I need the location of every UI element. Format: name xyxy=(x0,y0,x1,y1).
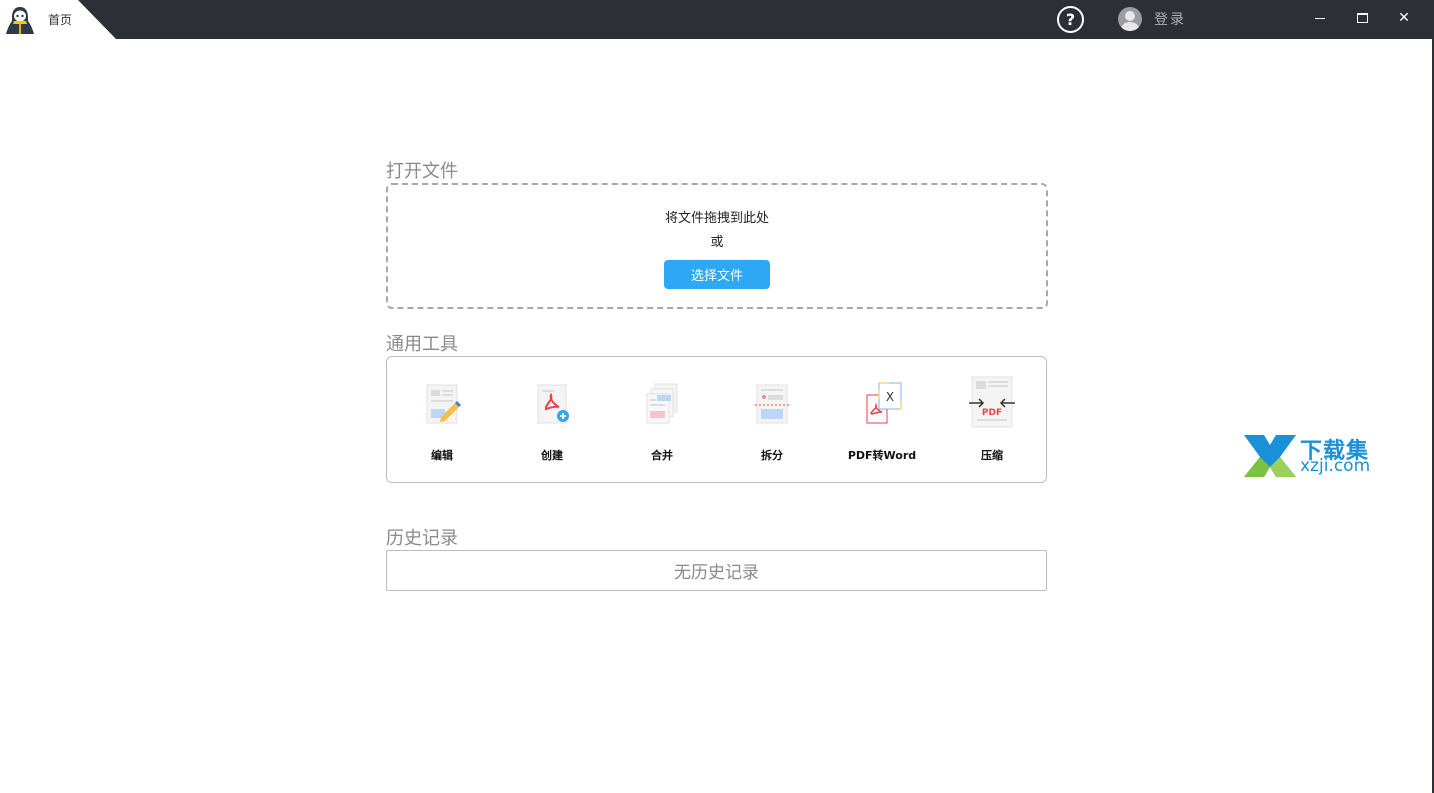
tool-compress[interactable]: PDF 压缩 xyxy=(937,376,1047,471)
tool-label-merge: 合并 xyxy=(651,449,673,462)
close-icon: ✕ xyxy=(1398,10,1410,26)
tab-home[interactable]: 首页 xyxy=(0,0,116,39)
history-list: 无历史记录 xyxy=(386,550,1047,591)
svg-text:X: X xyxy=(886,390,894,404)
drop-hint-text: 将文件拖拽到此处 xyxy=(664,211,769,226)
watermark-subtitle: xzji.com xyxy=(1300,456,1371,476)
edit-icon xyxy=(426,384,461,424)
app-logo-icon xyxy=(6,7,34,34)
compress-icon: PDF xyxy=(969,376,1015,428)
pdf-to-word-icon: X xyxy=(866,382,902,424)
minimize-button[interactable] xyxy=(1307,6,1333,30)
login-label: 登录 xyxy=(1154,12,1186,28)
tool-label-compress: 压缩 xyxy=(981,449,1003,462)
history-title: 历史记录 xyxy=(386,528,458,549)
choose-file-button[interactable]: 选择文件 xyxy=(664,260,770,289)
tool-pdf-to-word[interactable]: X PDF转Word xyxy=(827,381,937,471)
tools-title: 通用工具 xyxy=(386,334,458,355)
open-file-title: 打开文件 xyxy=(386,161,458,182)
merge-icon xyxy=(646,383,678,424)
or-text: 或 xyxy=(710,235,724,250)
watermark-logo-icon xyxy=(1244,435,1296,477)
tool-label-split: 拆分 xyxy=(761,449,783,462)
maximize-icon xyxy=(1356,13,1368,23)
tool-create[interactable]: 创建 xyxy=(497,381,607,471)
tab-label: 首页 xyxy=(48,13,73,27)
history-empty-text: 无历史记录 xyxy=(674,563,759,583)
tool-label-create: 创建 xyxy=(541,449,563,462)
tool-split[interactable]: 拆分 xyxy=(717,381,827,471)
help-icon: ? xyxy=(1065,10,1076,29)
tool-label-edit: 编辑 xyxy=(431,449,453,462)
site-watermark: 下载集 xzji.com xyxy=(1242,433,1384,479)
split-icon xyxy=(755,384,789,424)
tools-panel: 编辑 创建 合并 拆分 X PDF转Word PDF 压缩 xyxy=(386,356,1047,483)
create-pdf-icon xyxy=(537,384,569,424)
tool-edit[interactable]: 编辑 xyxy=(387,381,497,471)
login-button[interactable]: 登录 xyxy=(1118,6,1186,32)
minimize-icon xyxy=(1315,17,1325,19)
tool-merge[interactable]: 合并 xyxy=(607,381,717,471)
tool-label-pdf-to-word: PDF转Word xyxy=(847,449,917,462)
avatar-icon xyxy=(1118,7,1142,31)
svg-text:PDF: PDF xyxy=(982,408,1002,418)
maximize-button[interactable] xyxy=(1349,6,1375,30)
help-button[interactable]: ? xyxy=(1057,6,1084,33)
file-drop-zone[interactable]: 将文件拖拽到此处 或 选择文件 xyxy=(386,183,1048,309)
close-button[interactable]: ✕ xyxy=(1391,6,1417,30)
title-bar: 首页 ? 登录 ✕ xyxy=(0,0,1434,39)
